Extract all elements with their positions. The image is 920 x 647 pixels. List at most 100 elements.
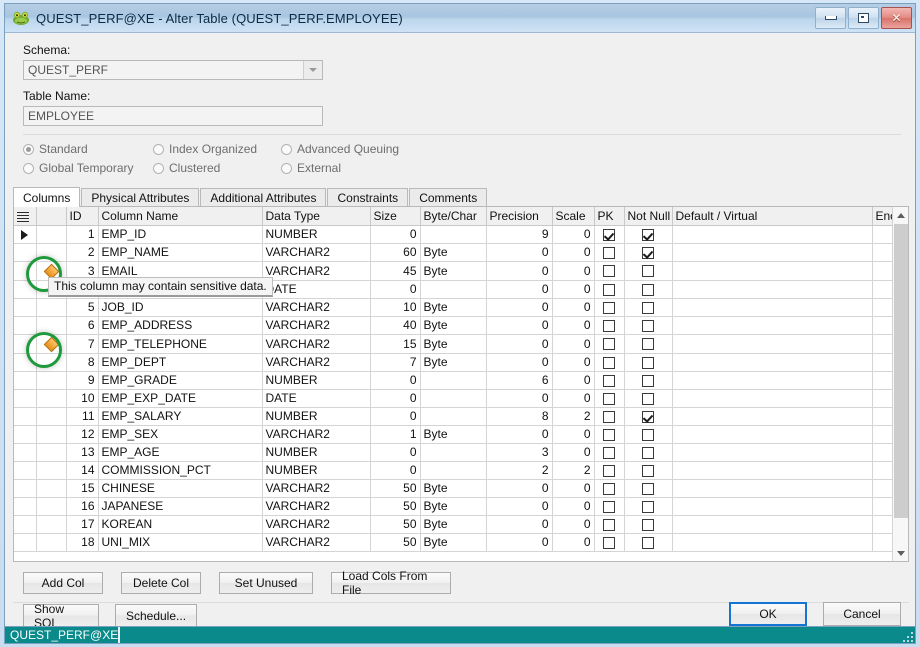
cell-not-null-checkbox[interactable] xyxy=(624,334,673,354)
cell-size[interactable]: 15 xyxy=(370,334,421,354)
cell-size[interactable]: 10 xyxy=(370,298,421,317)
delete-col-button[interactable]: Delete Col xyxy=(121,572,201,594)
cell-column-name[interactable]: JOB_ID xyxy=(98,298,263,317)
add-col-button[interactable]: Add Col xyxy=(23,572,103,594)
cell-data-type[interactable]: NUMBER xyxy=(262,461,371,480)
table-row[interactable]: 15 CHINESE VARCHAR2 50 Byte 0 0 xyxy=(14,479,908,498)
cell-id[interactable]: 8 xyxy=(66,353,99,372)
table-row[interactable]: 10 EMP_EXP_DATE DATE 0 0 0 xyxy=(14,389,908,408)
table-row[interactable]: 14 COMMISSION_PCT NUMBER 0 2 2 xyxy=(14,461,908,480)
cell-default-virtual[interactable] xyxy=(672,371,873,390)
cell-id[interactable]: 1 xyxy=(66,225,99,244)
sensitive-flag-cell[interactable] xyxy=(36,497,67,516)
cell-pk-checkbox[interactable] xyxy=(594,425,625,444)
row-selector[interactable] xyxy=(14,280,37,299)
sensitive-flag-cell[interactable] xyxy=(36,425,67,444)
scroll-down-button[interactable] xyxy=(893,545,908,561)
cell-byte-char[interactable]: Byte xyxy=(420,298,487,317)
cell-id[interactable]: 9 xyxy=(66,371,99,390)
load-cols-from-file-button[interactable]: Load Cols From File xyxy=(331,569,451,597)
tab-constraints[interactable]: Constraints xyxy=(327,188,409,206)
cell-data-type[interactable]: DATE xyxy=(262,389,371,408)
cell-default-virtual[interactable] xyxy=(672,353,873,372)
cell-data-type[interactable]: VARCHAR2 xyxy=(262,479,371,498)
sensitive-flag-cell[interactable] xyxy=(36,371,67,390)
window-titlebar[interactable]: QUEST_PERF@XE - Alter Table (QUEST_PERF.… xyxy=(5,4,915,33)
cell-size[interactable]: 0 xyxy=(370,389,421,408)
cell-id[interactable]: 10 xyxy=(66,389,99,408)
cell-size[interactable]: 50 xyxy=(370,533,421,552)
cell-pk-checkbox[interactable] xyxy=(594,353,625,372)
sensitive-flag-cell[interactable] xyxy=(36,243,67,262)
col-header-pk[interactable]: PK xyxy=(594,207,625,226)
cell-column-name[interactable]: EMP_ID xyxy=(98,225,263,244)
col-header-size[interactable]: Size xyxy=(370,207,421,226)
cell-not-null-checkbox[interactable] xyxy=(624,533,673,552)
sensitive-flag-cell[interactable] xyxy=(36,479,67,498)
row-selector[interactable] xyxy=(14,443,37,462)
cell-precision[interactable]: 0 xyxy=(486,243,553,262)
sensitive-flag-cell[interactable] xyxy=(36,334,67,354)
cell-precision[interactable]: 6 xyxy=(486,371,553,390)
table-row[interactable]: 11 EMP_SALARY NUMBER 0 8 2 xyxy=(14,407,908,426)
cell-size[interactable]: 0 xyxy=(370,280,421,299)
cell-id[interactable]: 17 xyxy=(66,515,99,534)
table-row[interactable]: 9 EMP_GRADE NUMBER 0 6 0 xyxy=(14,371,908,390)
cell-byte-char[interactable]: Byte xyxy=(420,334,487,354)
cell-not-null-checkbox[interactable] xyxy=(624,479,673,498)
sensitive-flag-cell[interactable] xyxy=(36,316,67,335)
cell-size[interactable]: 50 xyxy=(370,515,421,534)
radio-clustered[interactable]: Clustered xyxy=(153,160,281,176)
cell-size[interactable]: 50 xyxy=(370,497,421,516)
cell-byte-char[interactable] xyxy=(420,461,487,480)
cell-data-type[interactable]: VARCHAR2 xyxy=(262,425,371,444)
cell-default-virtual[interactable] xyxy=(672,316,873,335)
close-button[interactable]: ✕ xyxy=(881,7,912,29)
cell-pk-checkbox[interactable] xyxy=(594,479,625,498)
cell-default-virtual[interactable] xyxy=(672,533,873,552)
radio-standard[interactable]: Standard xyxy=(23,141,153,157)
cell-id[interactable]: 13 xyxy=(66,443,99,462)
cell-not-null-checkbox[interactable] xyxy=(624,261,673,281)
cell-pk-checkbox[interactable] xyxy=(594,515,625,534)
cell-column-name[interactable]: CHINESE xyxy=(98,479,263,498)
cell-pk-checkbox[interactable] xyxy=(594,407,625,426)
table-row[interactable]: 1 EMP_ID NUMBER 0 9 0 xyxy=(14,225,908,244)
tab-additional-attributes[interactable]: Additional Attributes xyxy=(200,188,327,206)
cell-size[interactable]: 50 xyxy=(370,479,421,498)
table-row[interactable]: 17 KOREAN VARCHAR2 50 Byte 0 0 xyxy=(14,515,908,534)
cell-precision[interactable]: 0 xyxy=(486,515,553,534)
table-row[interactable]: 6 EMP_ADDRESS VARCHAR2 40 Byte 0 0 xyxy=(14,316,908,335)
columns-grid[interactable]: ID Column Name Data Type Size Byte/Char … xyxy=(13,206,909,562)
cell-byte-char[interactable] xyxy=(420,280,487,299)
cell-not-null-checkbox[interactable] xyxy=(624,443,673,462)
cell-size[interactable]: 40 xyxy=(370,316,421,335)
sensitive-flag-cell[interactable] xyxy=(36,389,67,408)
cell-not-null-checkbox[interactable] xyxy=(624,389,673,408)
cell-data-type[interactable]: VARCHAR2 xyxy=(262,334,371,354)
cell-not-null-checkbox[interactable] xyxy=(624,515,673,534)
cell-pk-checkbox[interactable] xyxy=(594,497,625,516)
row-selector[interactable] xyxy=(14,261,37,281)
cell-data-type[interactable]: NUMBER xyxy=(262,225,371,244)
sensitive-flag-cell[interactable] xyxy=(36,407,67,426)
cell-pk-checkbox[interactable] xyxy=(594,443,625,462)
cell-default-virtual[interactable] xyxy=(672,261,873,281)
cell-default-virtual[interactable] xyxy=(672,389,873,408)
sensitive-flag-cell[interactable] xyxy=(36,533,67,552)
cell-pk-checkbox[interactable] xyxy=(594,225,625,244)
col-header-column-name[interactable]: Column Name xyxy=(98,207,263,226)
cell-scale[interactable]: 0 xyxy=(552,443,595,462)
grid-vertical-scrollbar[interactable] xyxy=(892,207,908,561)
col-header-byte-char[interactable]: Byte/Char xyxy=(420,207,487,226)
row-selector[interactable] xyxy=(14,298,37,317)
col-header-default-virtual[interactable]: Default / Virtual xyxy=(672,207,873,226)
cell-byte-char[interactable]: Byte xyxy=(420,353,487,372)
cell-data-type[interactable]: VARCHAR2 xyxy=(262,353,371,372)
row-selector[interactable] xyxy=(14,243,37,262)
table-row[interactable]: 2 EMP_NAME VARCHAR2 60 Byte 0 0 xyxy=(14,243,908,262)
cell-data-type[interactable]: VARCHAR2 xyxy=(262,298,371,317)
tab-comments[interactable]: Comments xyxy=(409,188,488,206)
row-selector[interactable] xyxy=(14,479,37,498)
cell-precision[interactable]: 0 xyxy=(486,334,553,354)
